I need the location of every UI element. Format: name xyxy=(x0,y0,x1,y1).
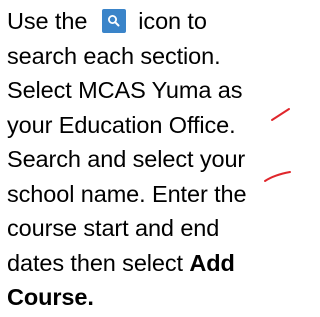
instruction-line-2: search each section. xyxy=(7,42,221,69)
search-icon xyxy=(102,9,127,33)
instruction-line-6: school name. Enter the xyxy=(7,180,247,207)
annotation-arrow-1 xyxy=(271,108,290,121)
instruction-line-9: Course. xyxy=(7,284,94,310)
instruction-text: Use the icon to search each section. Sele… xyxy=(7,4,293,315)
instruction-line-4: your Education Office. xyxy=(7,111,236,138)
annotation-arrow-2 xyxy=(264,171,291,182)
instruction-line-5: Search and select your xyxy=(7,146,246,172)
instruction-line-8: dates then select Add xyxy=(7,249,235,276)
add-course-emphasis: Add xyxy=(189,249,235,276)
instruction-line-7: course start and end xyxy=(7,215,220,241)
instruction-line-3: Select MCAS Yuma as xyxy=(7,77,243,103)
instruction-line-1: Use the icon to xyxy=(7,8,207,34)
